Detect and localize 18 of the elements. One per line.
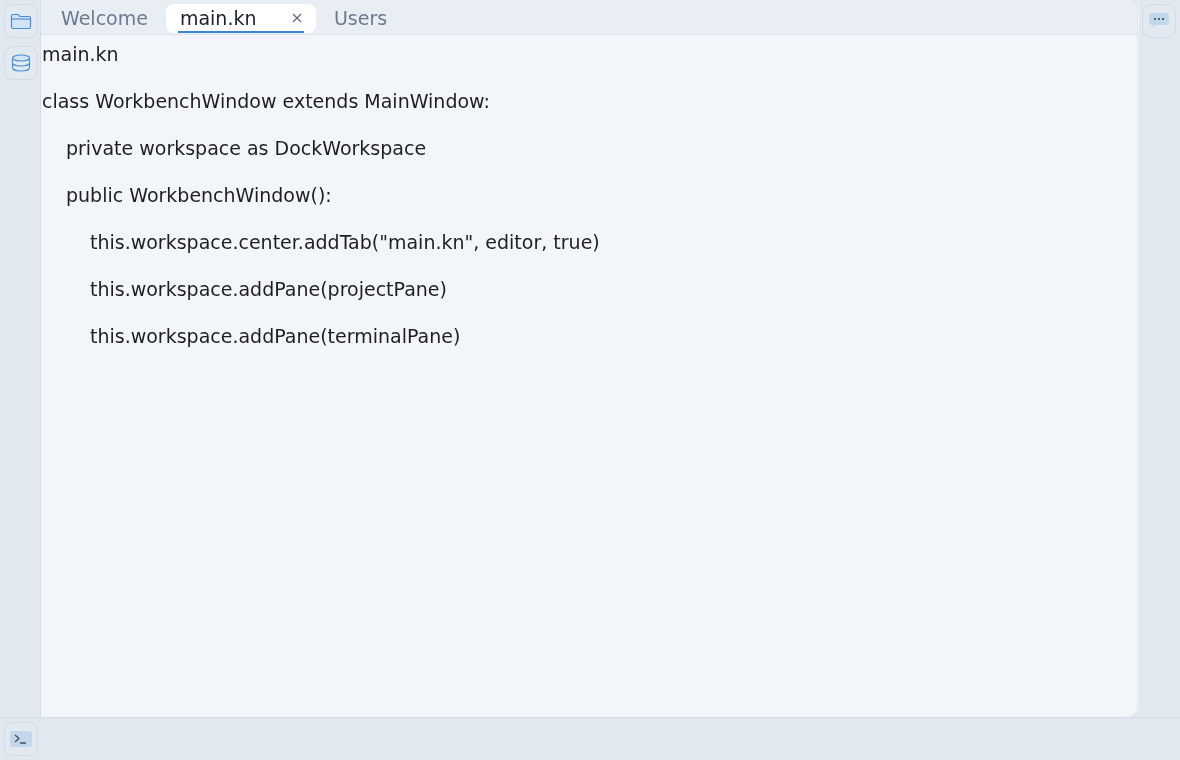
code-line: main.kn [42, 42, 119, 66]
database-icon [11, 54, 31, 72]
tab[interactable]: main.kn [165, 4, 316, 33]
code-line: private workspace as DockWorkspace [66, 136, 427, 160]
tab[interactable]: Welcome [47, 4, 162, 33]
database-button[interactable] [4, 46, 38, 80]
code-line: this.workspace.addPane(terminalPane) [90, 324, 461, 348]
code-line: this.workspace.addPane(projectPane) [90, 277, 447, 301]
chat-bubble-icon [1148, 12, 1170, 30]
code-line: public WorkbenchWindow(): [66, 183, 332, 207]
code-line: this.workspace.center.addTab("main.kn", editor, true) [90, 230, 600, 254]
folder-icon [10, 12, 32, 30]
terminal-icon [10, 731, 32, 747]
code-line: class WorkbenchWindow extends MainWindow: [42, 89, 490, 113]
tab[interactable]: Users [319, 4, 402, 33]
terminal-button[interactable] [4, 722, 38, 756]
close-icon[interactable] [291, 12, 302, 23]
folder-button[interactable] [4, 4, 38, 38]
